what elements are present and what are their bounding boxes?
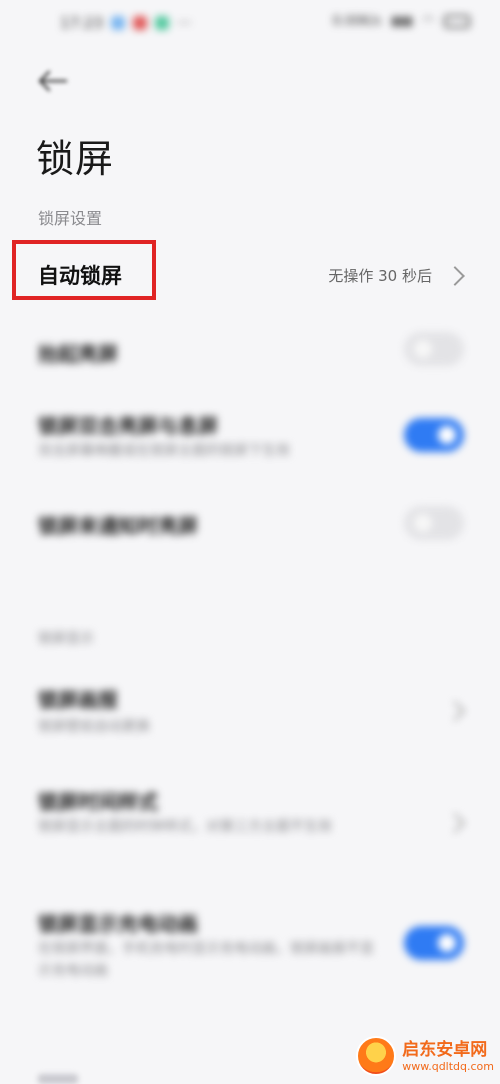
signal-icon: ▮▮▮ <box>391 14 413 29</box>
row-subtitle: 在锁屏界面，手机充电时显示充电动画，锁屏画报不显示充电动画 <box>38 941 374 979</box>
section-label-lock-display: 锁屏显示 <box>38 631 94 647</box>
toggle-switch-double-tap[interactable] <box>404 418 464 452</box>
toggle-knob <box>414 514 432 532</box>
battery-icon <box>444 15 470 28</box>
watermark-text: 启东安卓网 www.qdltdq.com <box>402 1040 494 1073</box>
status-bar: 17:23 ··· 0.00K/s ▮▮▮ ◠ <box>60 14 470 44</box>
row-subtitle: 锁屏壁纸自动更换 <box>38 719 150 735</box>
list-item-wake-on-notification[interactable]: 锁屏来通知时亮屏 <box>0 504 500 544</box>
chevron-right-icon <box>445 813 465 833</box>
watermark-domain: www.qdltdq.com <box>402 1059 494 1073</box>
watermark-logo-icon <box>356 1036 397 1076</box>
toggle-switch-charging-animation[interactable] <box>404 926 464 960</box>
list-item-lock-screen-magazine[interactable]: 锁屏画报 锁屏壁纸自动更换 <box>0 680 500 750</box>
page-title: 锁屏 <box>36 137 115 181</box>
notification-icon-red <box>133 16 148 30</box>
next-section-stub <box>38 1074 78 1084</box>
chevron-right-icon <box>445 701 465 721</box>
row-title: 锁屏时间样式 <box>38 790 158 814</box>
watermark-name: 启东安卓网 <box>402 1039 488 1060</box>
more-notifications-icon: ··· <box>177 14 192 32</box>
wifi-icon: ◠ <box>422 14 434 29</box>
row-title: 锁屏双击亮屏与息屏 <box>38 414 218 438</box>
toggle-switch-raise-to-wake[interactable] <box>404 332 464 366</box>
row-subtitle: 双击屏幕唤醒或在锁屏主题的锁屏下生效 <box>38 443 290 459</box>
row-title: 锁屏显示充电动画 <box>38 912 198 936</box>
status-left: 17:23 ··· <box>60 14 192 32</box>
auto-lock-row[interactable]: 自动锁屏 无操作 30 秒后 <box>0 240 500 310</box>
toggle-switch-wake-on-notification[interactable] <box>404 506 464 540</box>
back-arrow-icon[interactable] <box>36 66 70 96</box>
row-title: 锁屏画报 <box>38 688 118 712</box>
toggle-knob <box>438 934 456 952</box>
row-title: 锁屏来通知时亮屏 <box>38 514 198 538</box>
notification-icon-blue <box>111 16 126 30</box>
toggle-knob <box>438 426 456 444</box>
toggle-knob <box>414 340 432 358</box>
row-title: 抬起亮屏 <box>38 342 118 366</box>
network-speed: 0.00K/s <box>332 14 382 29</box>
list-item-clock-style[interactable]: 锁屏时间样式 锁屏显示主题的时钟样式，对第三方主题不生效 <box>0 782 500 862</box>
status-right: 0.00K/s ▮▮▮ ◠ <box>333 14 470 29</box>
status-time: 17:23 <box>60 14 104 32</box>
site-watermark: 启东安卓网 www.qdltdq.com <box>356 1036 494 1076</box>
section-label-lock-settings: 锁屏设置 <box>38 209 103 228</box>
auto-lock-value: 无操作 30 秒后 <box>328 267 432 285</box>
chevron-right-icon <box>445 266 465 286</box>
notification-icon-green <box>155 16 170 30</box>
list-item-charging-animation[interactable]: 锁屏显示充电动画 在锁屏界面，手机充电时显示充电动画，锁屏画报不显示充电动画 <box>0 904 500 984</box>
lock-screen-settings-page: 17:23 ··· 0.00K/s ▮▮▮ ◠ 锁屏 锁屏设置 自动锁屏 无操作… <box>0 0 500 1084</box>
list-item-raise-to-wake[interactable]: 抬起亮屏 <box>0 330 500 370</box>
list-item-double-tap[interactable]: 锁屏双击亮屏与息屏 双击屏幕唤醒或在锁屏主题的锁屏下生效 <box>0 404 500 474</box>
row-subtitle: 锁屏显示主题的时钟样式，对第三方主题不生效 <box>38 819 332 835</box>
auto-lock-label: 自动锁屏 <box>38 264 122 288</box>
